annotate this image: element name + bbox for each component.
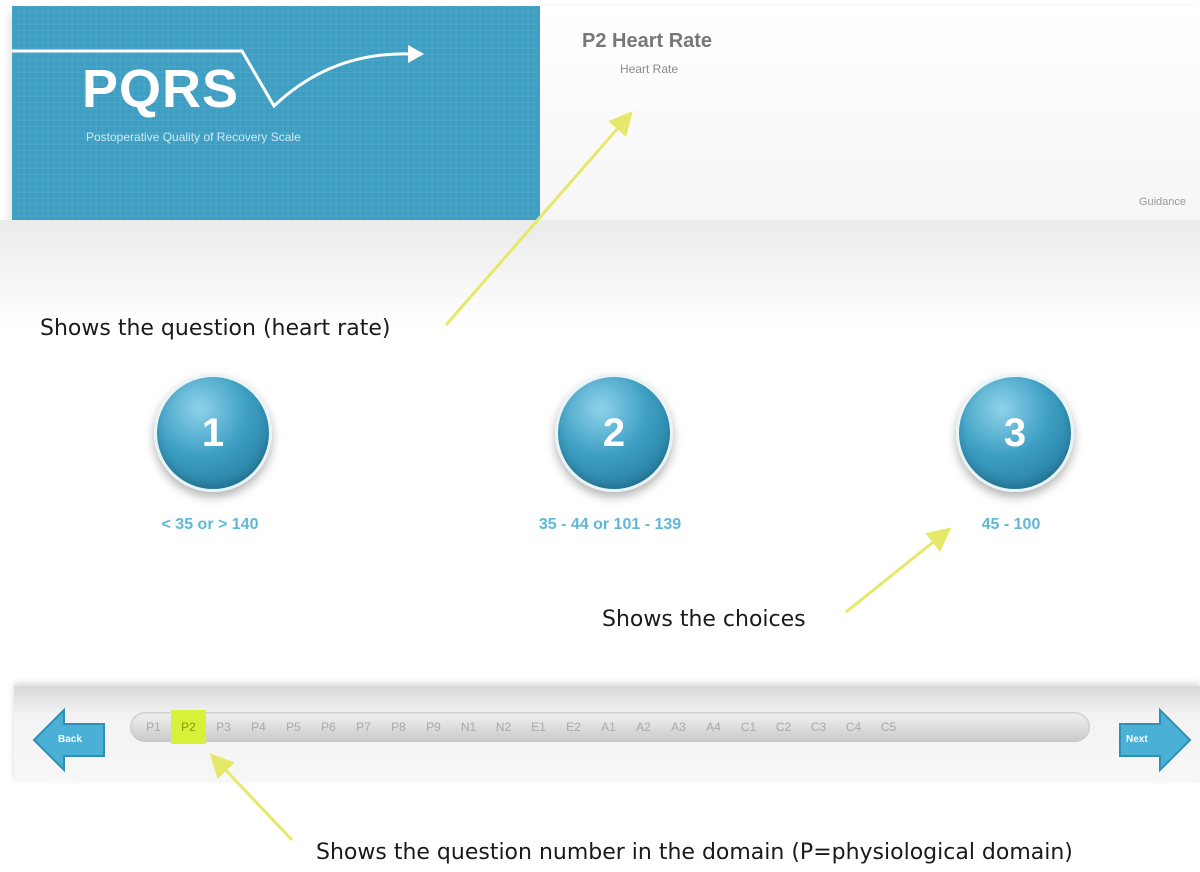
question-annotation: Shows the question (heart rate) [40,316,391,341]
question-number-a1[interactable]: A1 [591,712,626,742]
question-number-e2[interactable]: E2 [556,712,591,742]
choice-label-2: 35 - 44 or 101 - 139 [538,516,682,533]
question-number-p9[interactable]: P9 [416,712,451,742]
question-number-c3[interactable]: C3 [801,712,836,742]
question-number-c5[interactable]: C5 [871,712,906,742]
question-number-a2[interactable]: A2 [626,712,661,742]
question-number-p2[interactable]: P2 [171,710,206,744]
choice-label-1: < 35 or > 140 [161,516,259,533]
question-number-p3[interactable]: P3 [206,712,241,742]
choices-annotation: Shows the choices [602,607,806,632]
question-number-p8[interactable]: P8 [381,712,416,742]
choice-button-1[interactable]: 1 [154,374,272,492]
question-number-e1[interactable]: E1 [521,712,556,742]
choice-button-2[interactable]: 2 [555,374,673,492]
question-number-c1[interactable]: C1 [731,712,766,742]
header: PQRS Postoperative Quality of Recovery S… [12,6,1200,220]
question-number-strip: P1 P2 P3 P4 P5 P6 P7 P8 P9 N1 N2 E1 E2 A1 A2 A3 A4 C1 C2 C3… [130,710,1090,744]
question-number-n1[interactable]: N1 [451,712,486,742]
question-panel: P2 Heart Rate Heart Rate Guidance [540,6,1200,220]
domain-annotation: Shows the question number in the domain … [316,840,1073,865]
logo-panel: PQRS Postoperative Quality of Recovery S… [12,6,540,220]
question-number-p7[interactable]: P7 [346,712,381,742]
logo-subtitle: Postoperative Quality of Recovery Scale [86,130,301,144]
choice-label-3: 45 - 100 [981,516,1041,533]
question-subtitle: Heart Rate [620,62,679,76]
question-number-p6[interactable]: P6 [311,712,346,742]
back-button[interactable]: Back [58,734,82,745]
next-button[interactable]: Next [1126,734,1148,745]
question-number-a4[interactable]: A4 [696,712,731,742]
question-number-c4[interactable]: C4 [836,712,871,742]
question-number-c2[interactable]: C2 [766,712,801,742]
question-title: P2 Heart Rate [582,30,713,52]
question-number-p4[interactable]: P4 [241,712,276,742]
choice-button-3[interactable]: 3 [956,374,1074,492]
question-number-p5[interactable]: P5 [276,712,311,742]
question-number-a3[interactable]: A3 [661,712,696,742]
question-number-n2[interactable]: N2 [486,712,521,742]
logo-title: PQRS [82,59,240,119]
question-number-p1[interactable]: P1 [136,712,171,742]
guidance-link[interactable]: Guidance [1139,196,1186,208]
